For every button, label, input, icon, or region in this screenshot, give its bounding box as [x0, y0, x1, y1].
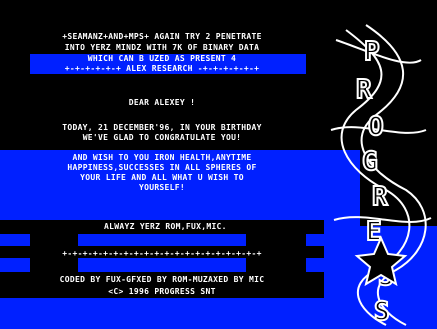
- message-line: YOURSELF!: [138, 183, 186, 192]
- demo-screen: +SEAMANZ+AND+MPS+ AGAIN TRY 2 PENETRATE …: [0, 0, 437, 329]
- blue-left-notch: [0, 234, 30, 246]
- recipient-rule: +-+-+-+-+-+ ALEX RESEARCH -+-+-+-+-+-+: [64, 64, 260, 73]
- black-bar-left: [30, 234, 78, 246]
- message-line: WE'VE GLAD TO CONGRATULATE YOU!: [82, 133, 242, 142]
- logo-letter: S: [374, 297, 390, 327]
- progress-logo: P R O G R E S S: [330, 24, 432, 328]
- black-bar-lower-left: [30, 258, 78, 272]
- salutation: DEAR ALEXEY !: [128, 98, 196, 107]
- logo-letter: R: [372, 182, 388, 212]
- message-line: TODAY, 21 DECEMBER'96, IN YOUR BIRTHDAY: [62, 123, 262, 132]
- message-line: HAPPINESS,SUCCESSES IN ALL SPHERES OF: [67, 163, 257, 172]
- copyright-line: <C> 1996 PROGRESS SNT: [108, 287, 216, 296]
- message-line: AND WISH TO YOU IRON HEALTH,ANYTIME: [72, 153, 252, 162]
- message-line: YOUR LIFE AND ALL WHAT U WISH TO: [80, 173, 244, 182]
- greeting-line: INTO YERZ MINDZ WITH 7K OF BINARY DATA: [64, 43, 260, 52]
- signature: ALWAYZ YERZ ROM,FUX,MIC.: [104, 222, 227, 231]
- logo-letter: P: [364, 37, 380, 67]
- logo-letter: O: [368, 112, 384, 142]
- black-bar-right: [246, 234, 306, 246]
- separator-rule: +-+-+-+-+-+-+-+-+-+-+-+-+-+-+-+-+-+-+-+: [62, 249, 262, 258]
- logo-letter: G: [362, 147, 378, 177]
- greeting-line: +SEAMANZ+AND+MPS+ AGAIN TRY 2 PENETRATE: [62, 32, 262, 41]
- black-bar-lower-right: [246, 258, 306, 272]
- greeting-line: WHICH CAN B UZED AS PRESENT 4: [87, 54, 237, 63]
- blue-mid-band: [78, 234, 246, 246]
- logo-letter: R: [356, 75, 372, 105]
- credits-line: CODED BY FUX-GFXED BY ROM-MUZAXED BY MIC: [59, 275, 265, 284]
